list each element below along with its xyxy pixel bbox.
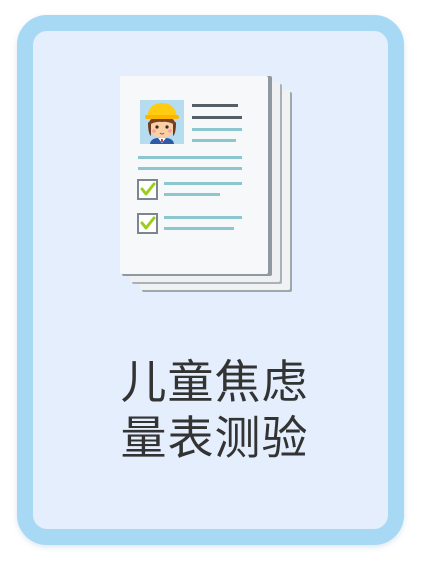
checkbox-checked-icon [137,213,158,234]
checkbox-checked-icon [137,179,158,200]
child-avatar-icon [140,100,184,144]
questionnaire-document-icon [120,76,292,292]
card-title-line-2: 量表测验 [120,411,309,465]
card-title-line-1: 儿童焦虑 [120,355,309,409]
